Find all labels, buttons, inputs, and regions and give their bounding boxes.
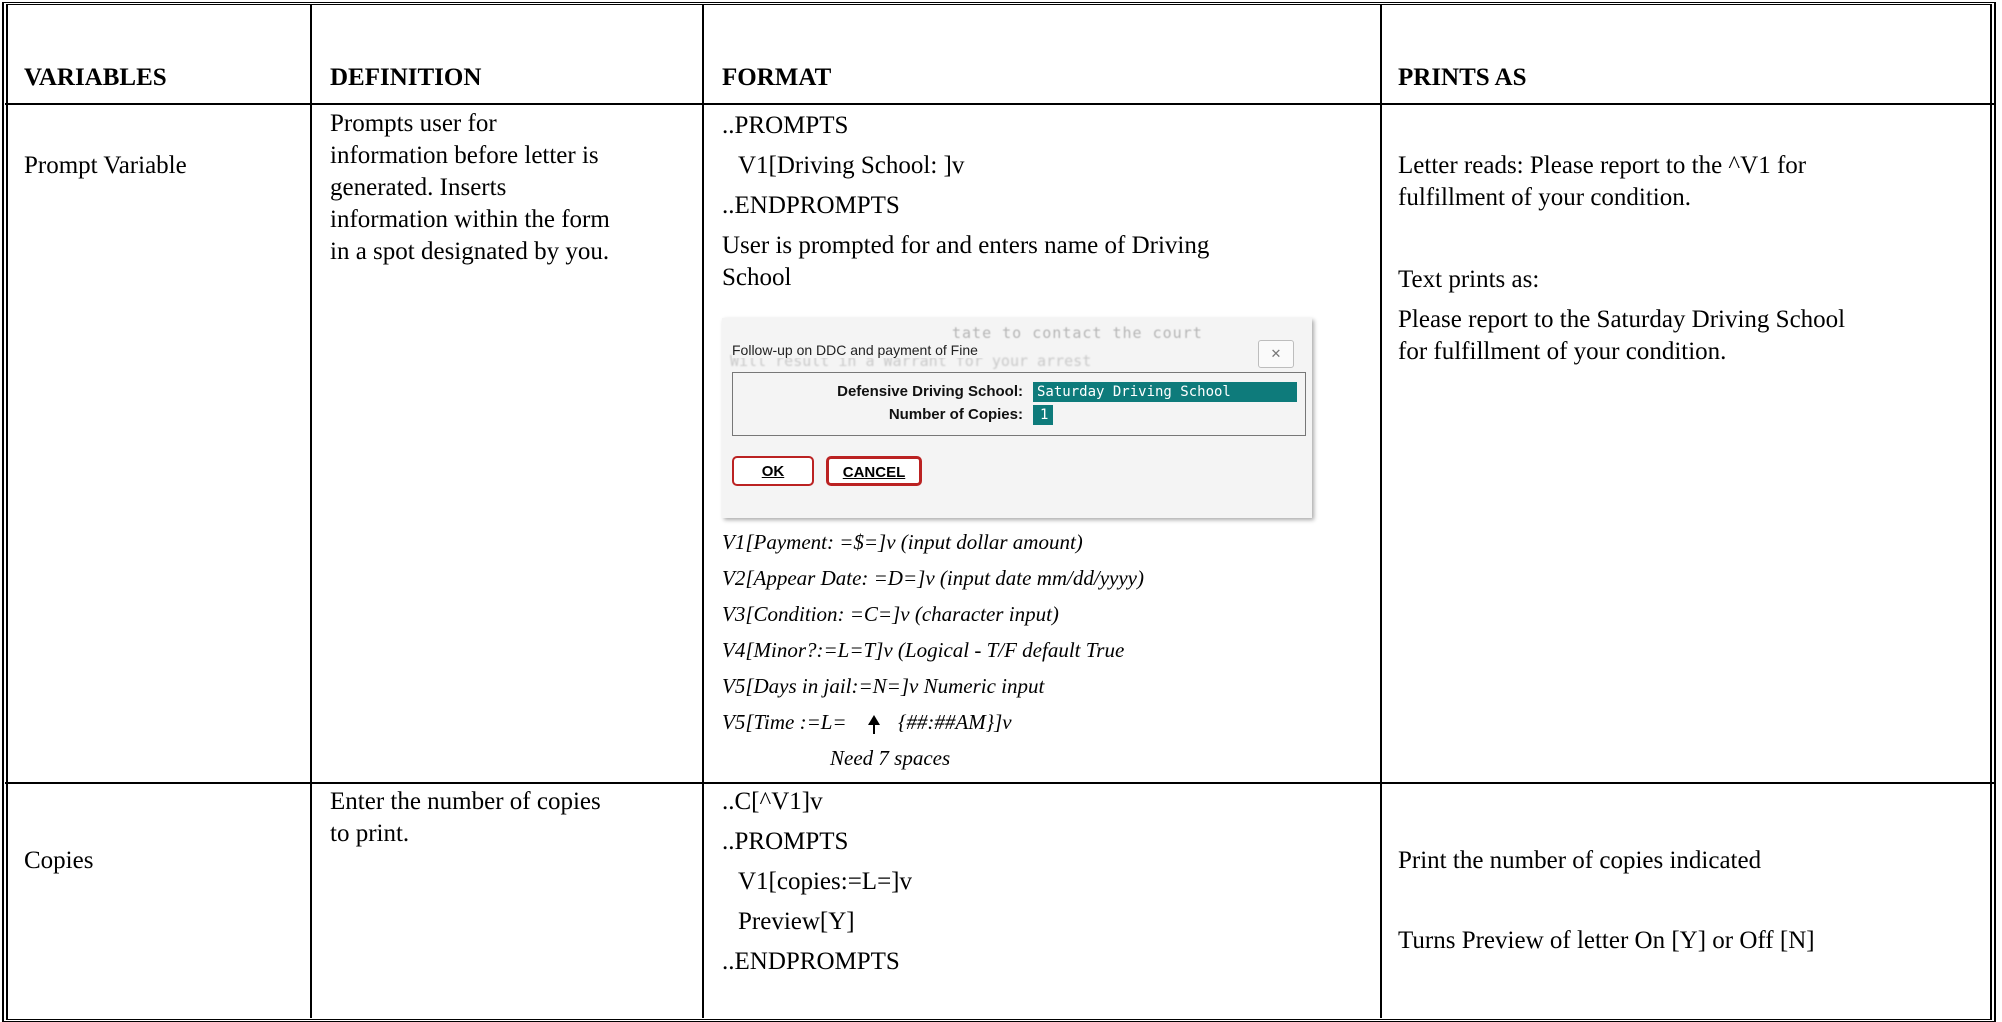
text-line: for fulfillment of your condition.	[1398, 338, 1727, 365]
header-format: FORMAT	[722, 64, 832, 91]
header-variables: VARIABLES	[24, 64, 167, 91]
copies-input[interactable]: 1	[1033, 405, 1053, 425]
text-line: generated. Inserts	[330, 174, 507, 201]
arrow-up-icon	[868, 715, 880, 734]
row-divider	[5, 782, 1995, 784]
text-line: ..ENDPROMPTS	[722, 948, 900, 975]
close-icon[interactable]: ✕	[1258, 340, 1294, 368]
text-line: information within the form	[330, 206, 610, 233]
time-line-start: V5[Time :=L=	[722, 710, 847, 734]
text-line: V1[copies:=L=]v	[738, 868, 912, 895]
text-line: in a spot designated by you.	[330, 238, 610, 265]
text-line: Print the number of copies indicated	[1398, 847, 1762, 874]
header-prints-as: PRINTS AS	[1398, 64, 1527, 91]
text-line: Enter the number of copies	[330, 788, 601, 815]
document-page: VARIABLES DEFINITION FORMAT PRINTS AS Pr…	[0, 0, 2002, 1022]
text-line: School	[722, 264, 792, 291]
school-label: Defensive Driving School:	[837, 383, 1023, 400]
time-line-end: {##:##AM}]v	[898, 710, 1012, 734]
text-line: to print.	[330, 820, 410, 847]
header-definition: DEFINITION	[330, 64, 482, 91]
copies-label: Number of Copies:	[888, 406, 1023, 423]
text-line: Letter reads: Please report to the ^V1 f…	[1398, 152, 1807, 179]
school-input[interactable]: Saturday Driving School	[1033, 382, 1297, 402]
definition-text: Prompts user for information before lett…	[330, 108, 610, 268]
definition-text: Enter the number of copies to print.	[330, 786, 601, 850]
row-divider	[5, 103, 1995, 105]
background-text: tate to contact the court	[952, 324, 1203, 342]
dialog-fields-box: Defensive Driving School: Saturday Drivi…	[732, 372, 1306, 436]
text-line: information before letter is	[330, 142, 599, 169]
format-text: ..PROMPTS V1[Driving School: ]v ..ENDPRO…	[722, 110, 1209, 294]
example-line: V3[Condition: =C=]v (character input)	[722, 602, 1059, 626]
text-line: ..C[^V1]v	[722, 788, 823, 815]
text-line: Text prints as:	[1398, 266, 1540, 293]
cancel-button-label: CANCEL	[842, 464, 906, 481]
text-line: fulfillment of your condition.	[1398, 184, 1692, 211]
text-line: V1[Driving School: ]v	[738, 152, 965, 179]
ok-button[interactable]: OK	[732, 456, 814, 486]
example-line: V1[Payment: =$=]v (input dollar amount)	[722, 530, 1083, 554]
cancel-button[interactable]: CANCEL	[826, 456, 922, 486]
variable-examples: V1[Payment: =$=]v (input dollar amount) …	[722, 524, 1144, 776]
text-line: Prompts user for	[330, 110, 497, 137]
column-divider	[702, 5, 704, 1018]
text-line: User is prompted for and enters name of …	[722, 232, 1210, 259]
dialog-title: Follow-up on DDC and payment of Fine	[732, 342, 984, 358]
example-line: V2[Appear Date: =D=]v (input date mm/dd/…	[722, 566, 1144, 590]
text-line: Preview[Y]	[738, 908, 855, 935]
prompt-dialog-screenshot: tate to contact the court Will result in…	[722, 318, 1312, 518]
example-line: V5[Days in jail:=N=]v Numeric input	[722, 674, 1045, 698]
column-divider	[1380, 5, 1382, 1018]
column-divider	[310, 5, 312, 1018]
text-line: Turns Preview of letter On [Y] or Off [N…	[1398, 927, 1815, 954]
prints-as-text: Letter reads: Please report to the ^V1 f…	[1398, 150, 1845, 368]
text-line: ..ENDPROMPTS	[722, 192, 900, 219]
example-line: V5[Time :=L= {##:##AM}]v	[722, 704, 1144, 740]
annotation-note: Need 7 spaces	[830, 746, 951, 770]
example-line: V4[Minor?:=L=T]v (Logical - T/F default …	[722, 638, 1125, 662]
text-line: ..PROMPTS	[722, 828, 849, 855]
text-line: Please report to the Saturday Driving Sc…	[1398, 306, 1846, 333]
format-text: ..C[^V1]v ..PROMPTS V1[copies:=L=]v Prev…	[722, 786, 912, 986]
variable-name: Copies	[24, 847, 94, 874]
text-line: ..PROMPTS	[722, 112, 849, 139]
prints-as-text: Print the number of copies indicated Tur…	[1398, 845, 1815, 957]
ok-button-label: OK	[761, 463, 785, 480]
variable-name: Prompt Variable	[24, 152, 187, 179]
